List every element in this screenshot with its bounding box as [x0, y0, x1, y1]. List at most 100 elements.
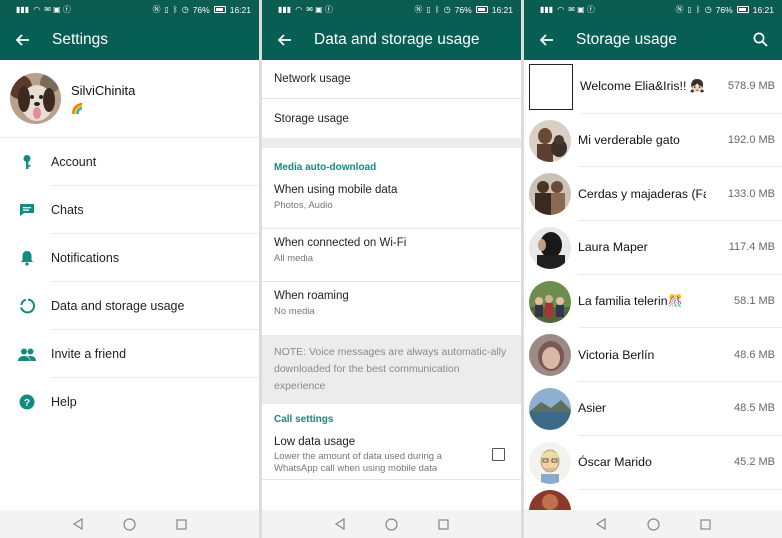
chat-size: 45.2 MB — [734, 456, 775, 469]
settings-item-label: Help — [51, 395, 77, 409]
settings-item-help[interactable]: ? Help — [0, 378, 259, 426]
nav-home-icon[interactable] — [385, 517, 399, 531]
network-usage-item[interactable]: Network usage — [262, 60, 521, 99]
alarm-icon: ◷ — [704, 4, 712, 14]
settings-item-chats[interactable]: Chats — [0, 186, 259, 234]
signal-icon: ▮▮▮ — [540, 4, 554, 14]
list-item[interactable]: Óscar Marido 45.2 MB — [524, 436, 782, 490]
nav-bar — [262, 510, 521, 538]
page-title: Settings — [52, 30, 109, 48]
nav-back-icon[interactable] — [333, 517, 347, 531]
settings-list: Account Chats Notifications Data and sto… — [0, 138, 259, 426]
mobile-data-value: Photos, Audio — [274, 200, 333, 211]
list-item[interactable] — [524, 489, 782, 510]
storage-usage-screen: ▮▮▮ ◠ ✉ ▣ ⓕ Ⓝ ▯ ᛒ ◷ 76% 16:21 Storage us… — [524, 0, 782, 538]
settings-item-account[interactable]: Account — [0, 138, 259, 186]
app-bar: Storage usage — [524, 19, 782, 60]
nav-bar — [524, 510, 782, 538]
nav-recents-icon[interactable] — [698, 517, 712, 531]
settings-item-notifications[interactable]: Notifications — [0, 234, 259, 282]
battery-percent: 76% — [715, 4, 733, 15]
chat-name: Asier — [578, 401, 607, 416]
battery-percent: 76% — [192, 4, 210, 15]
wifi-item[interactable]: When connected on Wi-Fi All media — [262, 229, 521, 282]
chat-size: 48.6 MB — [734, 348, 775, 361]
page-title: Storage usage — [576, 30, 677, 48]
chat-size: 117.4 MB — [728, 241, 775, 254]
signal-icon: ▮▮▮ — [278, 4, 292, 14]
chat-name: Laura Maper — [578, 240, 648, 255]
wifi-value: All media — [274, 253, 314, 264]
list-item[interactable]: Laura Maper 117.4 MB — [524, 221, 782, 275]
wifi-icon: ◠ — [557, 4, 565, 14]
vibrate-icon: ▯ — [164, 4, 169, 14]
nav-back-icon[interactable] — [594, 517, 608, 531]
nav-recents-icon[interactable] — [437, 517, 451, 531]
roaming-item[interactable]: When roaming No media — [262, 282, 521, 335]
back-arrow-icon[interactable] — [274, 30, 294, 50]
call-settings-header: Call settings — [274, 414, 334, 425]
nav-recents-icon[interactable] — [175, 517, 189, 531]
nfc-icon: Ⓝ — [675, 4, 684, 14]
settings-item-label: Notifications — [51, 234, 259, 282]
list-item[interactable]: Victoria Berlín 48.6 MB — [524, 328, 782, 383]
chat-size: 192.0 MB — [727, 134, 775, 147]
status-bar: ▮▮▮ ◠ ✉ ▣ ⓕ Ⓝ ▯ ᛒ ◷ 76% 16:21 — [0, 0, 259, 19]
low-data-checkbox[interactable] — [492, 448, 505, 461]
list-item[interactable]: Cerdas y majaderas (Fan… 133.0 MB — [524, 167, 782, 222]
avatar — [529, 489, 571, 510]
low-data-label: Low data usage — [274, 436, 356, 448]
storage-usage-item[interactable]: Storage usage — [262, 99, 521, 138]
avatar — [529, 226, 571, 269]
low-data-desc: Lower the amount of data used during a W… — [274, 451, 442, 474]
nav-back-icon[interactable] — [71, 517, 85, 531]
avatar — [529, 387, 571, 430]
battery-percent: 76% — [454, 4, 472, 15]
roaming-value: No media — [274, 306, 315, 317]
nav-bar — [0, 510, 259, 538]
profile-row[interactable]: SilviChinita 🌈 — [0, 60, 259, 138]
status-bar: ▮▮▮ ◠ ✉ ▣ ⓕ Ⓝ ▯ ᛒ ◷ 76% 16:21 — [262, 0, 521, 19]
notification-icons: ✉ ▣ ⓕ — [44, 4, 71, 14]
settings-item-data-storage[interactable]: Data and storage usage — [0, 282, 259, 330]
clock: 16:21 — [491, 4, 513, 15]
profile-name: SilviChinita — [71, 82, 136, 98]
data-usage-icon — [18, 297, 36, 315]
chat-name: Óscar Marido — [578, 455, 652, 470]
nav-home-icon[interactable] — [123, 517, 137, 531]
help-icon: ? — [18, 393, 36, 411]
nav-home-icon[interactable] — [646, 517, 660, 531]
avatar — [529, 173, 571, 216]
alarm-icon: ◷ — [443, 4, 451, 14]
chat-name: Cerdas y majaderas (Fan… — [578, 186, 706, 201]
mobile-data-item[interactable]: When using mobile data Photos, Audio — [262, 176, 521, 229]
avatar — [529, 119, 571, 162]
chat-size: 133.0 MB — [727, 187, 775, 200]
wifi-icon: ◠ — [295, 4, 303, 14]
page-title: Data and storage usage — [314, 30, 480, 48]
chat-size: 58.1 MB — [734, 295, 775, 308]
battery-icon — [475, 6, 488, 13]
key-icon — [18, 153, 36, 171]
notification-icons: ✉ ▣ ⓕ — [306, 4, 333, 14]
list-item[interactable]: Asier 48.5 MB — [524, 382, 782, 436]
settings-item-label: Invite a friend — [51, 330, 259, 378]
avatar[interactable] — [10, 73, 61, 124]
chat-name: Mi verderable gato — [578, 133, 680, 148]
back-arrow-icon[interactable] — [12, 30, 32, 50]
storage-chat-list: Welcome Elia&Iris!! 👧🏻 👶🏻 578.9 MB Mi ve… — [524, 60, 782, 510]
back-arrow-icon[interactable] — [536, 30, 556, 50]
roaming-label: When roaming — [274, 290, 349, 302]
list-item[interactable]: Mi verderable gato 192.0 MB — [524, 114, 782, 168]
list-item[interactable]: La familia telerin🎊 58.1 MB — [524, 275, 782, 329]
avatar — [529, 334, 571, 377]
low-data-usage-item[interactable]: Low data usage Lower the amount of data … — [262, 428, 521, 480]
search-icon[interactable] — [750, 30, 770, 50]
settings-item-invite[interactable]: Invite a friend — [0, 330, 259, 378]
settings-screen: ▮▮▮ ◠ ✉ ▣ ⓕ Ⓝ ▯ ᛒ ◷ 76% 16:21 Settings S… — [0, 0, 259, 538]
settings-item-label: Data and storage usage — [51, 282, 259, 330]
chat-name: La familia telerin🎊 — [578, 293, 683, 308]
vibrate-icon: ▯ — [687, 4, 692, 14]
settings-item-label: Account — [51, 138, 259, 186]
list-item[interactable]: Welcome Elia&Iris!! 👧🏻 👶🏻 578.9 MB — [524, 60, 782, 114]
